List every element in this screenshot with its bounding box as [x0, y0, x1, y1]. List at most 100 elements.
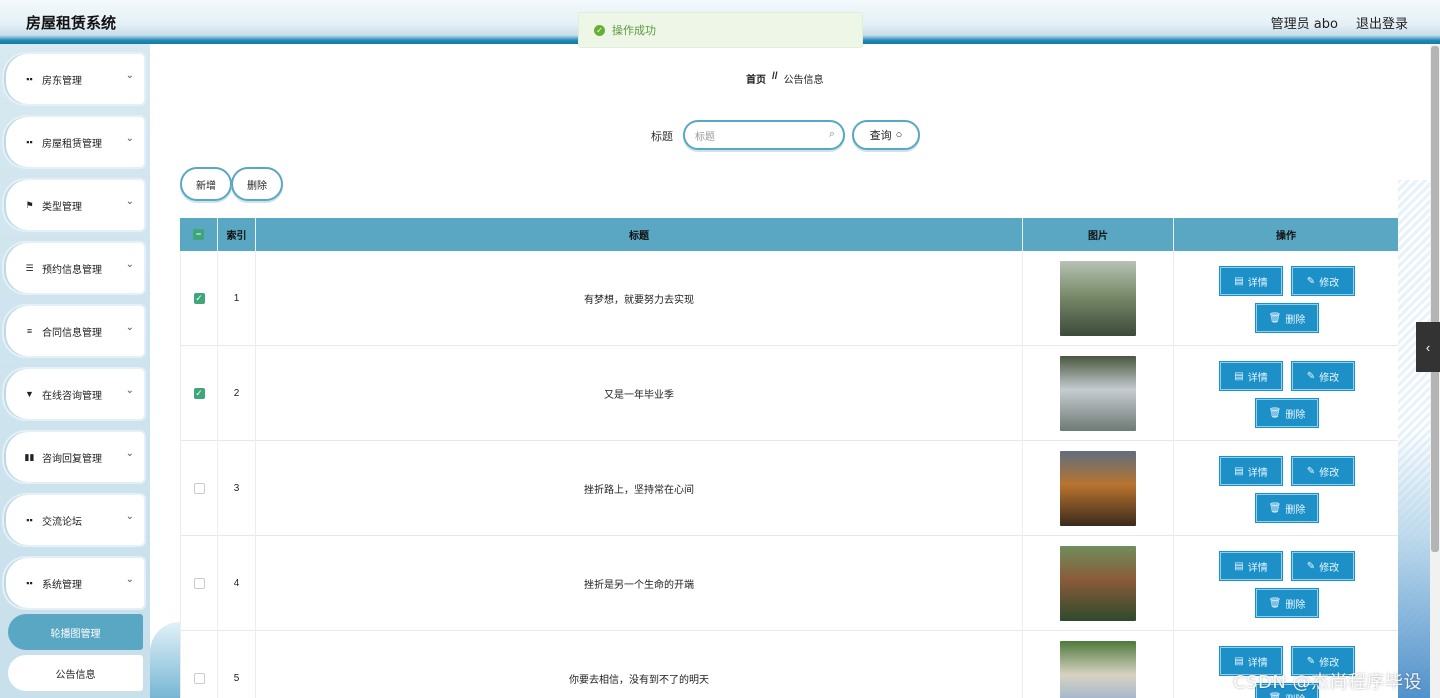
detail-label: 详情 — [1247, 277, 1268, 289]
edit-button[interactable]: ✎ 修改 — [1292, 362, 1354, 390]
sidebar-item[interactable]: ☰ 预约信息管理 ⌄ — [4, 243, 144, 293]
edit-button[interactable]: ✎ 修改 — [1292, 552, 1354, 580]
row-checkbox[interactable] — [193, 483, 205, 494]
edit-icon: ✎ — [1306, 560, 1316, 572]
delete-button[interactable]: 删除 — [231, 167, 283, 201]
detail-button[interactable]: ▤ 详情 — [1220, 267, 1282, 295]
delete-label: 删除 — [1285, 314, 1306, 326]
chevron-down-icon: ⌄ — [125, 448, 134, 459]
document-icon: ▤ — [1234, 275, 1244, 287]
table-row: 5你要去相信，没有到不了的明天▤详情✎修改🗑删除 — [180, 631, 1398, 698]
search-label: 标题 — [651, 131, 673, 143]
row-delete-button[interactable]: 🗑删除 — [1256, 304, 1318, 332]
sidebar-item[interactable]: ▪▪ 房东管理 ⌄ — [4, 54, 144, 104]
sidebar-item[interactable]: ▼ 在线咨询管理 ⌄ — [4, 369, 144, 419]
row-delete-button[interactable]: 🗑删除 — [1256, 589, 1318, 617]
search-input[interactable]: 标题 ⌕ — [683, 120, 845, 150]
edit-icon: ✎ — [1306, 465, 1316, 477]
row-index: 1 — [218, 251, 256, 346]
house-photo[interactable] — [1060, 261, 1136, 336]
row-select-cell: ✓ — [180, 251, 218, 346]
sidebar-item-label: 合同信息管理 — [42, 327, 102, 339]
logout-link[interactable]: 退出登录 — [1356, 13, 1408, 32]
row-select-cell — [180, 441, 218, 536]
select-all-checkbox[interactable]: − — [193, 229, 204, 240]
row-image-cell — [1023, 251, 1174, 346]
table-row: 3 挫折路上，坚持常在心间 ▤ 详情 ✎ 修改 🗑 删除 — [180, 441, 1398, 536]
sidebar-item[interactable]: ▮▮ 咨询回复管理 ⌄ — [4, 432, 144, 482]
row-checkbox[interactable]: ✓ — [193, 388, 205, 399]
header-image: 图片 — [1023, 218, 1174, 251]
sidebar-item-label: 系统管理 — [42, 579, 82, 591]
edit-button[interactable]: ✎ 修改 — [1292, 267, 1354, 295]
detail-button[interactable]: ▤ 详情 — [1220, 362, 1282, 390]
scrollbar-thumb[interactable] — [1431, 46, 1439, 552]
row-image-cell — [1023, 346, 1174, 441]
edit-label: 修改 — [1319, 372, 1340, 384]
breadcrumb-home[interactable]: 首页 — [746, 71, 766, 86]
sidebar-item-label: 咨询回复管理 — [42, 453, 102, 465]
row-checkbox[interactable]: ✓ — [193, 293, 205, 304]
edit-label: 修改 — [1319, 657, 1340, 669]
house-photo[interactable] — [1060, 451, 1136, 526]
table-row: 4 挫折是另一个生命的开端 ▤ 详情 ✎ 修改 🗑 删除 — [180, 536, 1398, 631]
list-icon: ≡ — [26, 326, 33, 336]
sidebar-item[interactable]: ⚑ 类型管理 ⌄ — [4, 180, 144, 230]
row-delete-button[interactable]: 🗑删除 — [1256, 494, 1318, 522]
detail-label: 详情 — [1247, 372, 1268, 384]
row-checkbox[interactable] — [193, 673, 205, 684]
select-all-cell: − — [180, 218, 218, 251]
edit-label: 修改 — [1319, 562, 1340, 574]
grid-icon: ▪▪ — [26, 578, 33, 588]
house-photo[interactable] — [1060, 356, 1136, 431]
edit-label: 修改 — [1319, 467, 1340, 479]
house-photo[interactable] — [1060, 641, 1136, 698]
sidebar-item[interactable]: ≡ 合同信息管理 ⌄ — [4, 306, 144, 356]
sidebar-subitem[interactable]: 轮播图管理 — [8, 614, 143, 650]
chevron-down-icon: ⌄ — [125, 133, 134, 144]
header-title: 标题 — [256, 218, 1023, 251]
sidebar-item-label: 交流论坛 — [42, 516, 82, 528]
chevron-down-icon: ⌄ — [125, 511, 134, 522]
sidebar-item[interactable]: ▪▪ 房屋租赁管理 ⌄ — [4, 117, 144, 167]
edit-icon: ✎ — [1306, 370, 1316, 382]
row-select-cell — [180, 536, 218, 631]
delete-label: 删除 — [1285, 599, 1306, 611]
query-label: 查询 — [869, 130, 892, 142]
trash-icon: 🗑 — [1268, 312, 1282, 324]
user-label: 管理员 abo — [1270, 17, 1338, 32]
sidebar-subitem[interactable]: 公告信息 — [8, 655, 143, 691]
search-icon: ⌕ — [828, 128, 835, 140]
chart-icon: ▮▮ — [24, 451, 35, 462]
trash-icon: 🗑 — [1268, 597, 1282, 609]
house-photo[interactable] — [1060, 546, 1136, 621]
document-icon: ▤ — [1234, 465, 1244, 477]
breadcrumb-current: 公告信息 — [783, 75, 824, 86]
header-user-area: 管理员 abo 退出登录 — [1271, 13, 1408, 32]
detail-label: 详情 — [1247, 657, 1268, 669]
toast-message: 操作成功 — [612, 25, 656, 37]
row-select-cell — [180, 631, 218, 698]
table-row: ✓ 2 又是一年毕业季 ▤ 详情 ✎ 修改 🗑 删除 — [180, 346, 1398, 441]
detail-button[interactable]: ▤ 详情 — [1220, 552, 1282, 580]
edit-button[interactable]: ✎ 修改 — [1292, 457, 1354, 485]
detail-button[interactable]: ▤ 详情 — [1220, 457, 1282, 485]
row-title: 挫折是另一个生命的开端 — [256, 536, 1023, 631]
app-title: 房屋租赁系统 — [26, 14, 117, 32]
sidebar-item[interactable]: ▪▪ 交流论坛 ⌄ — [4, 495, 144, 545]
chevron-down-icon: ⌄ — [125, 385, 134, 396]
row-title: 又是一年毕业季 — [256, 346, 1023, 441]
row-checkbox[interactable] — [193, 578, 205, 589]
chevron-left-icon[interactable]: ‹ — [1416, 322, 1440, 372]
row-index: 4 — [218, 536, 256, 631]
trash-icon: 🗑 — [1268, 502, 1282, 514]
query-button[interactable]: 查询 ○ — [852, 120, 920, 150]
sidebar-item[interactable]: ▪▪ 系统管理 ⌄ — [4, 558, 144, 608]
sidebar-item-label: 房东管理 — [42, 75, 82, 87]
detail-label: 详情 — [1247, 467, 1268, 479]
check-circle-icon: ✓ — [594, 24, 605, 36]
chevron-down-icon: ⌄ — [125, 322, 134, 333]
add-button[interactable]: 新增 — [180, 167, 232, 201]
chevron-down-icon: ⌄ — [125, 70, 134, 81]
row-delete-button[interactable]: 🗑删除 — [1256, 399, 1318, 427]
